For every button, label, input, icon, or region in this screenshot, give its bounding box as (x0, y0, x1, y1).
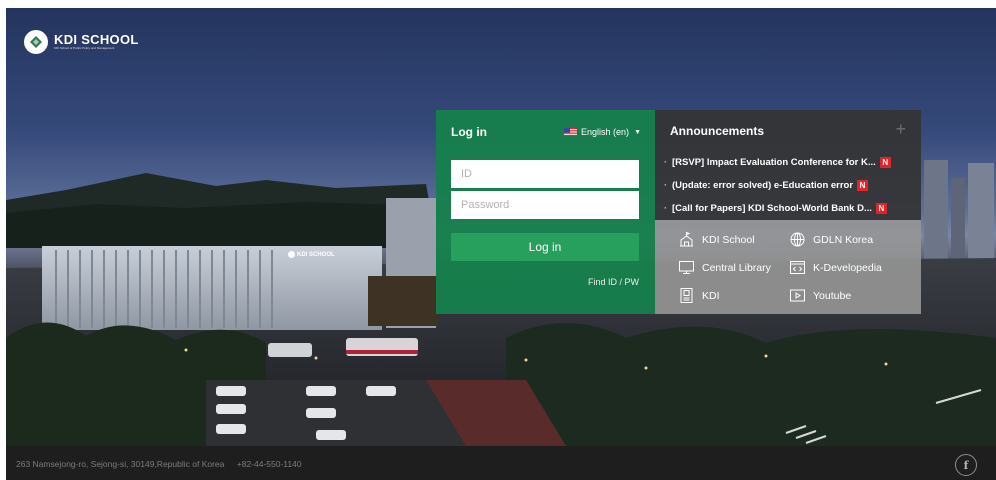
login-title: Log in (451, 125, 487, 139)
login-panel: Log in English (en) ▼ Log in Find ID / P… (436, 110, 655, 314)
site-logo[interactable]: KDI SCHOOL KDI School of Public Policy a… (24, 30, 139, 54)
quick-links-panel: KDI School GDLN Korea Central Library K-… (655, 220, 921, 314)
quick-link-label: Youtube (813, 289, 852, 302)
find-id-pw-link[interactable]: Find ID / PW (588, 277, 639, 287)
code-window-icon (790, 261, 805, 274)
quick-link-label: KDI (702, 289, 720, 302)
logo-name: KDI SCHOOL (54, 32, 139, 47)
announcement-text: [Call for Papers] KDI School-World Bank … (672, 203, 872, 214)
facebook-icon[interactable]: f (955, 454, 977, 476)
us-flag-icon (564, 128, 578, 136)
announcements-panel: Announcements + [RSVP] Impact Evaluation… (655, 110, 921, 220)
school-building-icon (680, 231, 693, 247)
quick-link-gdln-korea[interactable]: GDLN Korea (789, 231, 873, 248)
play-icon (790, 289, 805, 302)
footer: 263 Namsejong-ro, Sejong-si, 30149,Repub… (6, 446, 996, 480)
announcement-item[interactable]: (Update: error solved) e-Education error… (664, 174, 891, 197)
chevron-down-icon: ▼ (634, 128, 641, 136)
quick-link-kdi[interactable]: KDI (678, 287, 720, 304)
quick-link-k-developedia[interactable]: K-Developedia (789, 259, 882, 276)
monitor-icon (679, 261, 694, 274)
id-input[interactable] (451, 160, 639, 188)
quick-link-kdi-school[interactable]: KDI School (678, 231, 755, 248)
quick-link-central-library[interactable]: Central Library (678, 259, 771, 276)
quick-link-label: GDLN Korea (813, 233, 874, 246)
quick-link-youtube[interactable]: Youtube (789, 287, 851, 304)
quick-link-label: K-Developedia (813, 261, 882, 274)
quick-link-label: KDI School (702, 233, 755, 246)
language-label: English (en) (581, 127, 630, 137)
footer-address: 263 Namsejong-ro, Sejong-si, 30149,Repub… (16, 459, 302, 469)
announcement-item[interactable]: [Call for Papers] KDI School-World Bank … (664, 197, 891, 220)
announcement-item[interactable]: [RSVP] Impact Evaluation Conference for … (664, 151, 891, 174)
address-text: 263 Namsejong-ro, Sejong-si, 30149,Repub… (16, 459, 225, 469)
new-badge: N (857, 180, 869, 191)
new-badge: N (879, 157, 891, 168)
document-icon (680, 288, 693, 303)
new-badge: N (875, 203, 887, 214)
announcement-list: [RSVP] Impact Evaluation Conference for … (664, 151, 891, 220)
language-selector[interactable]: English (en) ▼ (564, 127, 641, 137)
logo-tagline: KDI School of Public Policy and Manageme… (54, 46, 115, 50)
login-button[interactable]: Log in (451, 233, 639, 261)
phone-text: +82-44-550-1140 (236, 459, 302, 469)
building-sign: KDI SCHOOL (288, 251, 335, 258)
logo-emblem-icon (24, 30, 48, 54)
announcement-text: (Update: error solved) e-Education error (672, 180, 854, 191)
password-input[interactable] (451, 191, 639, 219)
globe-icon (790, 232, 805, 247)
quick-link-label: Central Library (702, 261, 771, 274)
announcement-text: [RSVP] Impact Evaluation Conference for … (672, 157, 876, 168)
announcements-title: Announcements (670, 124, 765, 138)
plus-icon[interactable]: + (895, 120, 906, 138)
